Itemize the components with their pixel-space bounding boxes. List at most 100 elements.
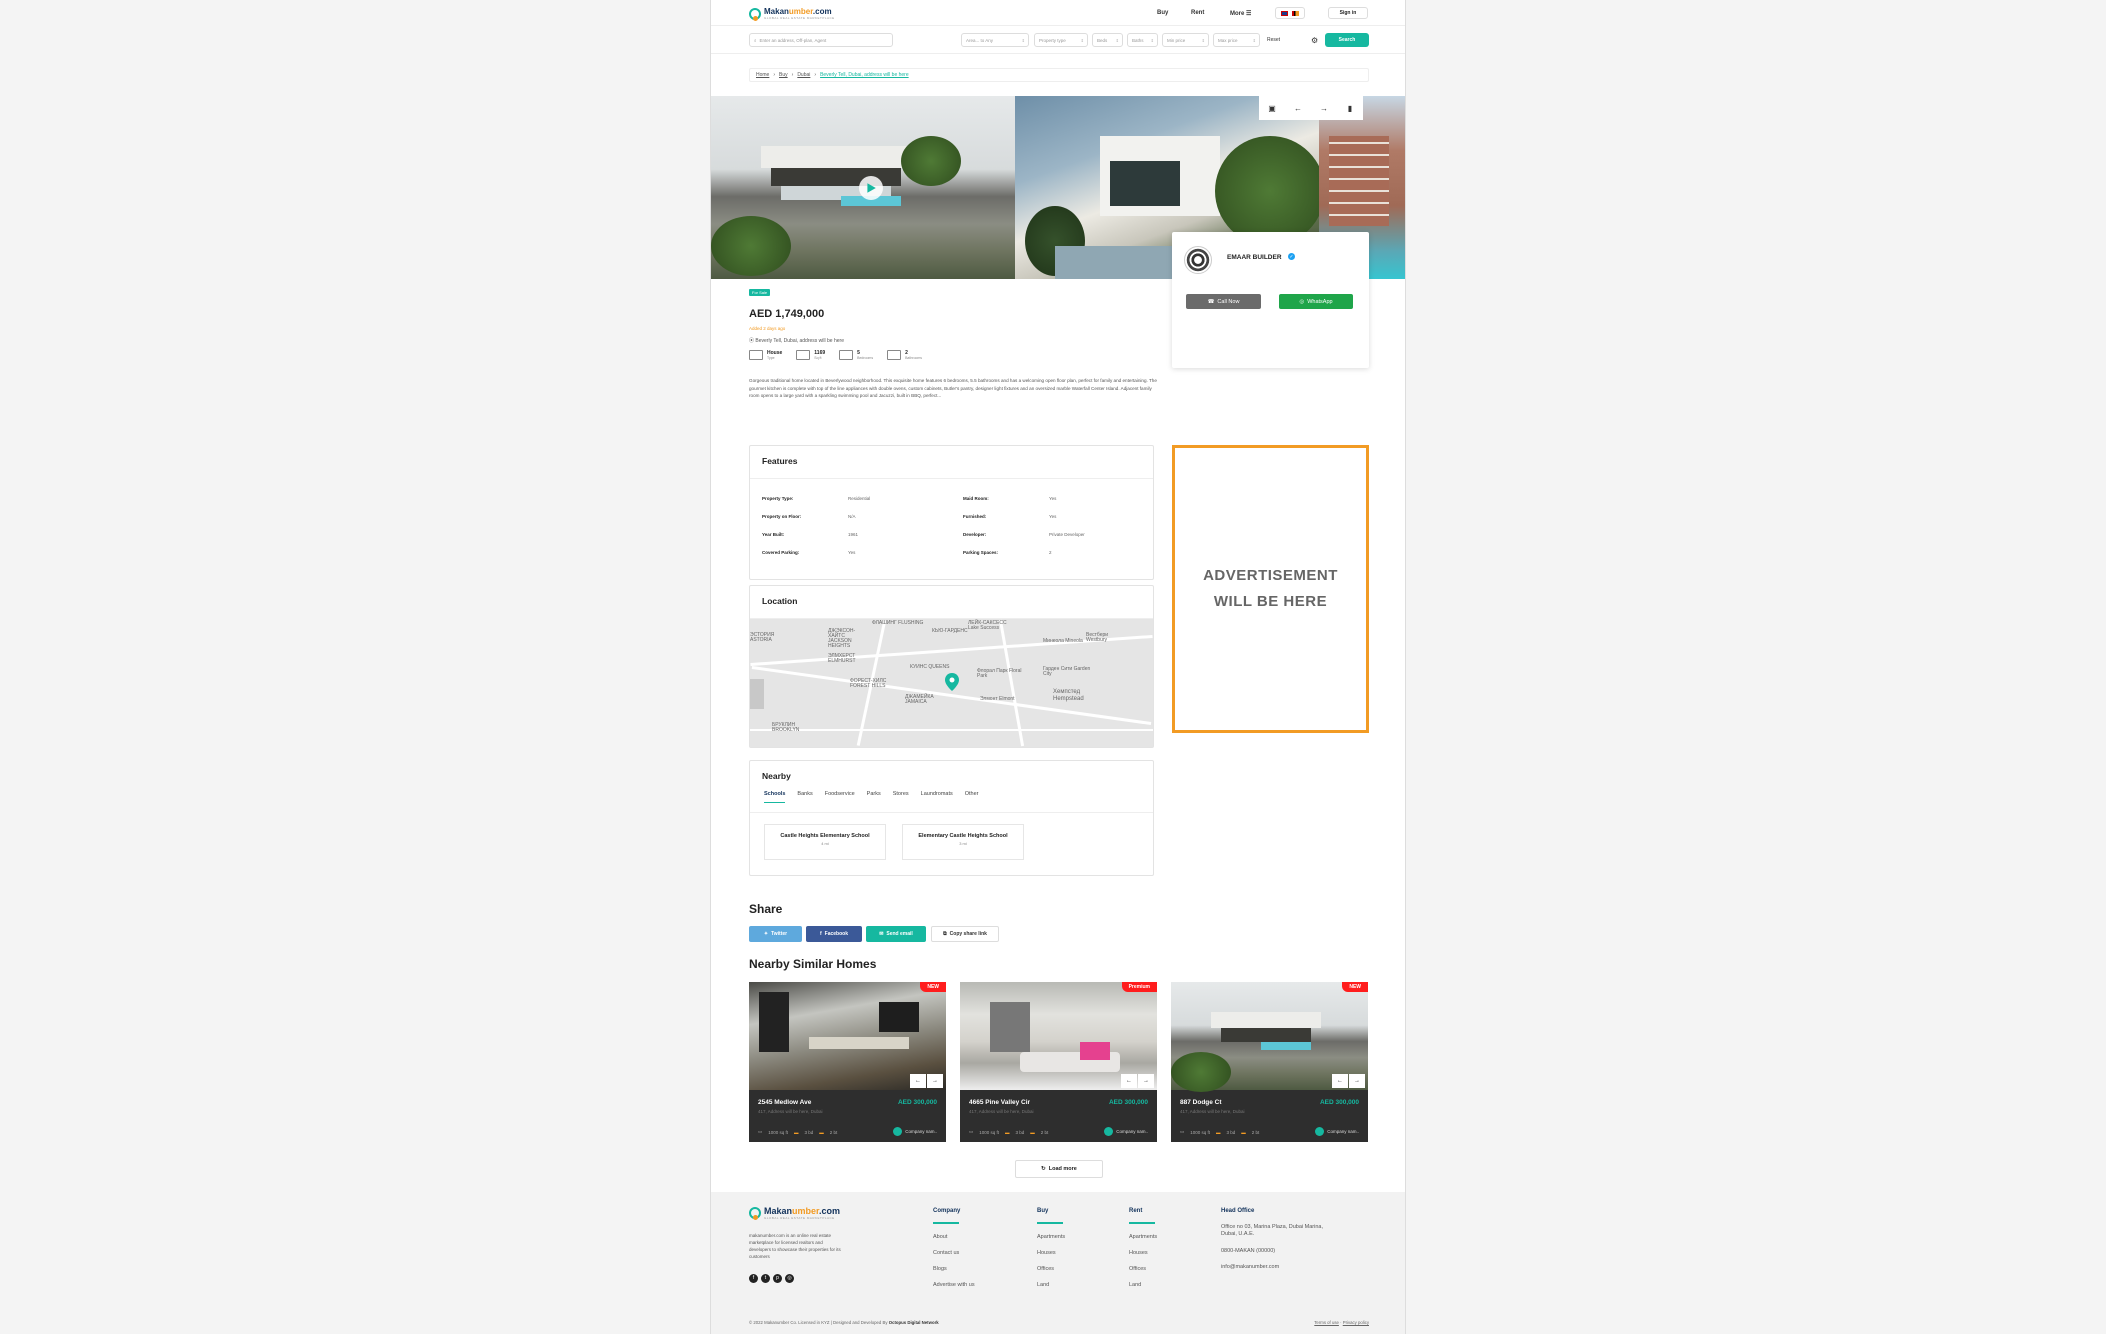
play-video-button[interactable] — [859, 176, 883, 200]
footer-link-buy-offices[interactable]: Offices — [1037, 1266, 1065, 1272]
share-facebook-button[interactable]: f Facebook — [806, 926, 862, 942]
bath-icon: ▬ — [819, 1129, 824, 1135]
tab-laundromats[interactable]: Laundromats — [921, 791, 953, 803]
footer-link-rent-land[interactable]: Land — [1129, 1282, 1157, 1288]
call-now-button[interactable]: ☎ Call Now — [1186, 294, 1261, 309]
pinterest-icon[interactable]: p — [773, 1274, 782, 1283]
beds-select[interactable]: Beds — [1092, 33, 1123, 47]
location-map[interactable]: ФЛАШИНГ FLUSHING ДЖЭКСОН-ХАЙТС JACKSON H… — [750, 619, 1153, 747]
reset-button[interactable]: Reset — [1267, 37, 1280, 43]
nav-more[interactable]: More ☰ — [1230, 10, 1251, 17]
load-more-button[interactable]: ↻ Load more — [1015, 1160, 1103, 1178]
spec-type: House Type — [749, 350, 782, 360]
filter-icon[interactable]: ⚙ — [1311, 36, 1318, 45]
agent-name[interactable]: EMAAR BUILDER — [1227, 254, 1282, 261]
similar-homes-title: Nearby Similar Homes — [749, 957, 877, 971]
brand-logo[interactable]: Makanumber.com GLOBAL REAL ESTATE MARKET… — [749, 7, 835, 21]
card-prev-icon[interactable]: ← — [1121, 1074, 1137, 1088]
similar-home-card[interactable]: NEW ← → 2545 Medlow Ave AED 300,000 417,… — [749, 982, 946, 1142]
baths-select[interactable]: Baths — [1127, 33, 1158, 47]
search-placeholder: Enter an address, Off-plan, Agent — [759, 37, 827, 43]
home-meta: ▭ 1000 sq ft ▬ 3 bd ▬ 2 bt — [1180, 1129, 1259, 1135]
nearby-school-item[interactable]: Elementary Castle Heights School 3 mi — [902, 824, 1024, 860]
similar-home-card[interactable]: NEW ← → 887 Dodge Ct AED 300,000 417, Ad… — [1171, 982, 1368, 1142]
similar-home-card[interactable]: Premium ← → 4665 Pine Valley Cir AED 300… — [960, 982, 1157, 1142]
home-address: 417, Address will be here, Dubai — [1180, 1109, 1245, 1114]
footer-link-rent-apartments[interactable]: Apartments — [1129, 1234, 1157, 1240]
card-next-icon[interactable]: → — [927, 1074, 943, 1088]
footer-link-buy-houses[interactable]: Houses — [1037, 1250, 1065, 1256]
area-icon: ▭ — [1180, 1129, 1185, 1134]
nav-rent[interactable]: Rent — [1191, 10, 1204, 16]
search-input[interactable]: ⌕ Enter an address, Off-plan, Agent — [749, 33, 893, 47]
share-twitter-button[interactable]: ✦ Twitter — [749, 926, 802, 942]
gallery-grid-icon[interactable]: ▣ — [1259, 96, 1285, 120]
tab-other[interactable]: Other — [965, 791, 979, 803]
footer-link-about[interactable]: About — [933, 1234, 975, 1240]
instagram-icon[interactable]: ◎ — [785, 1274, 794, 1283]
card-next-icon[interactable]: → — [1138, 1074, 1154, 1088]
twitter-icon[interactable]: t — [761, 1274, 770, 1283]
card-prev-icon[interactable]: ← — [1332, 1074, 1348, 1088]
advertisement-placeholder[interactable]: ADVERTISEMENT WILL BE HERE — [1172, 445, 1369, 733]
whatsapp-button[interactable]: ◎ WhatsApp — [1279, 294, 1353, 309]
breadcrumb-home[interactable]: Home — [756, 72, 769, 78]
footer-logo[interactable]: Makanumber.com GLOBAL REAL ESTATE MARKET… — [749, 1206, 840, 1220]
search-button[interactable]: Search — [1325, 33, 1369, 47]
school-name: Castle Heights Elementary School — [780, 833, 870, 839]
spec-type-label: Type — [767, 356, 775, 360]
sign-in-button[interactable]: Sign in — [1328, 7, 1368, 19]
office-phone[interactable]: 0800-MAKAN (00000) — [1221, 1248, 1331, 1254]
tab-parks[interactable]: Parks — [867, 791, 881, 803]
nearby-school-item[interactable]: Castle Heights Elementary School 4 mi — [764, 824, 886, 860]
tab-schools[interactable]: Schools — [764, 791, 786, 803]
footer-link-buy-land[interactable]: Land — [1037, 1282, 1065, 1288]
footer-link-rent-houses[interactable]: Houses — [1129, 1250, 1157, 1256]
area-icon: ▭ — [969, 1129, 974, 1134]
card-next-icon[interactable]: → — [1349, 1074, 1365, 1088]
agent-card: EMAAR BUILDER ✓ ☎ Call Now ◎ WhatsApp — [1172, 232, 1369, 368]
area-select[interactable]: Area... to Any — [961, 33, 1029, 47]
share-title: Share — [749, 902, 783, 916]
footer-link-blogs[interactable]: Blogs — [933, 1266, 975, 1272]
gallery-next-icon[interactable]: → — [1311, 96, 1337, 120]
terms-link[interactable]: Terms of use — [1314, 1320, 1339, 1325]
feature-floor: Property on Floor: N/A — [762, 514, 856, 519]
footer-link-rent-offices[interactable]: Offices — [1129, 1266, 1157, 1272]
gallery-image-main[interactable] — [711, 96, 1015, 279]
ad-line-1: ADVERTISEMENT — [1203, 567, 1338, 584]
copy-link-button[interactable]: ⧉ Copy share link — [931, 926, 999, 942]
office-email[interactable]: info@makanumber.com — [1221, 1264, 1331, 1270]
privacy-link[interactable]: Privacy policy — [1343, 1320, 1369, 1325]
footer-link-contact[interactable]: Contact us — [933, 1250, 975, 1256]
language-switcher[interactable] — [1275, 7, 1305, 19]
tab-stores[interactable]: Stores — [893, 791, 909, 803]
developer-link[interactable]: Octopus Digital Network — [889, 1320, 939, 1325]
min-price-select[interactable]: Min price — [1162, 33, 1209, 47]
uk-flag-icon — [1281, 10, 1288, 16]
home-sqft: 1000 sq ft — [979, 1129, 1000, 1135]
tab-banks[interactable]: Banks — [797, 791, 812, 803]
gallery-save-icon[interactable]: ▮ — [1337, 96, 1363, 120]
property-type-select[interactable]: Property type — [1034, 33, 1088, 47]
breadcrumb-dubai[interactable]: Dubai — [797, 72, 810, 78]
nav-buy[interactable]: Buy — [1157, 10, 1168, 16]
map-label: Вестбери Westbury — [1086, 632, 1109, 643]
card-prev-icon[interactable]: ← — [910, 1074, 926, 1088]
map-label: КЬЮ-ГАРДЕНС — [932, 628, 968, 634]
map-pin-icon[interactable] — [945, 673, 959, 691]
features-card: Features Property Type: Residential Prope… — [749, 445, 1154, 580]
share-email-button[interactable]: ✉ Send email — [866, 926, 926, 942]
breadcrumb-buy[interactable]: Buy — [779, 72, 788, 78]
gallery-prev-icon[interactable]: ← — [1285, 96, 1311, 120]
tab-foodservice[interactable]: Foodservice — [825, 791, 855, 803]
footer-link-buy-apartments[interactable]: Apartments — [1037, 1234, 1065, 1240]
breadcrumb-current[interactable]: Beverly Tell, Dubai, address will be her… — [820, 72, 909, 78]
posted-time: Added 2 days ago — [749, 326, 786, 331]
facebook-icon[interactable]: f — [749, 1274, 758, 1283]
home-meta: ▭ 1000 sq ft ▬ 3 bd ▬ 2 bt — [969, 1129, 1048, 1135]
footer-link-advertise[interactable]: Advertise with us — [933, 1282, 975, 1288]
home-beds: 3 bd — [1015, 1129, 1025, 1135]
max-price-select[interactable]: Max price — [1213, 33, 1260, 47]
company-name: Company nam.. — [1116, 1129, 1148, 1134]
